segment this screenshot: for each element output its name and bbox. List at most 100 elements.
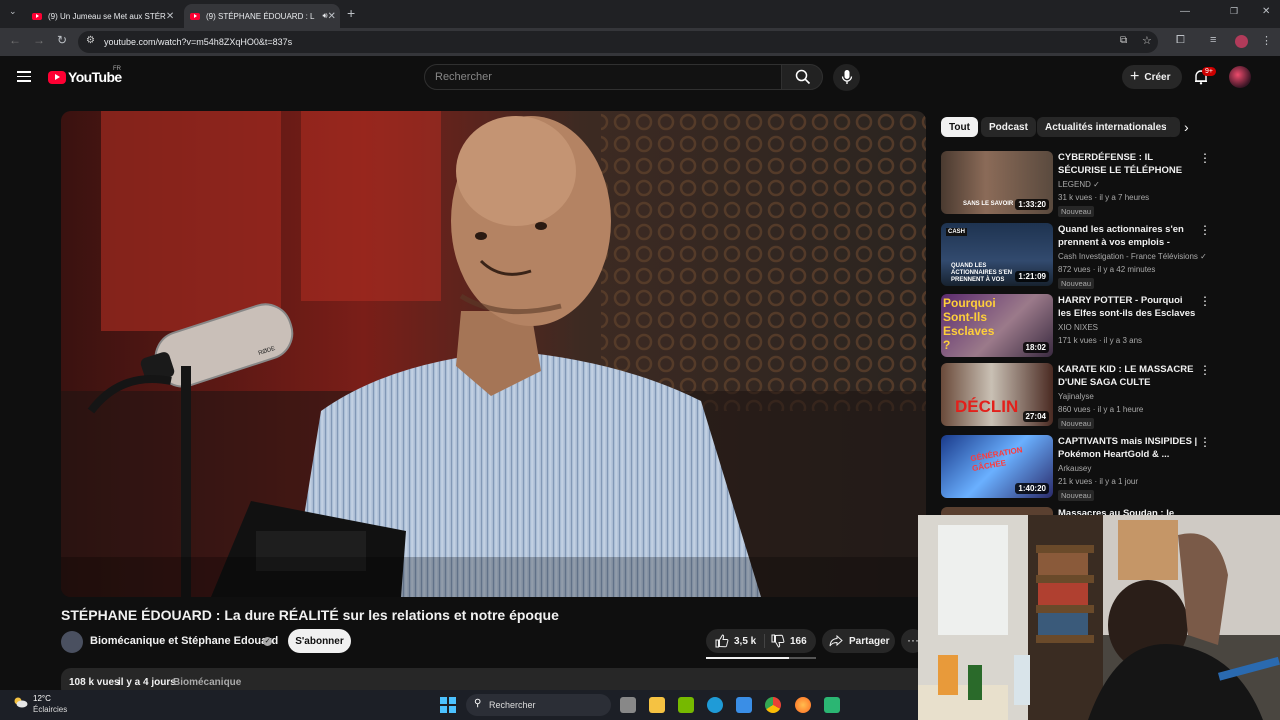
video-meta: 872 vues · il y a 42 minutes [1058,265,1156,274]
new-badge: Nouveau [1058,418,1095,429]
close-tab-icon[interactable]: ✕ [328,11,336,22]
like-button[interactable]: 3,5 k [706,629,764,653]
video-meta: 171 k vues · il y a 3 ans [1058,336,1143,345]
video-thumbnail[interactable]: GÉNÉRATION GÂCHÉE 1:40:20 [941,435,1053,498]
close-window-icon[interactable]: ✕ [1262,6,1270,17]
like-ratio-bar [706,657,816,659]
video-thumbnail[interactable]: Pourquoi Sont-Ils Esclaves ? 18:02 [941,294,1053,357]
channel-name: Cash Investigation - France Télévisions … [1058,252,1207,261]
recommendation-item[interactable]: Pourquoi Sont-Ils Esclaves ? 18:02 HARRY… [941,294,1221,360]
tab-title: (9) Un Jumeau se Met aux STÉR [48,11,166,21]
video-thumbnail[interactable]: SANS LE SAVOIR 1:33:20 [941,151,1053,214]
verified-icon: ✓ [263,637,272,646]
video-title: KARATE KID : LE MASSACRE D'UNE SAGA CULT… [1058,364,1194,388]
chip-actualites-internationales[interactable]: Actualités internationales [1037,117,1175,137]
create-button[interactable]: + Créer [1122,65,1182,89]
windows-start-icon[interactable] [440,697,456,713]
browser-tab-active[interactable]: (9) STÉPHANE ÉDOUARD : L 🔊︎ ✕ [184,4,340,28]
create-label: Créer [1144,71,1171,83]
like-count: 3,5 k [734,635,757,647]
bookmark-star-icon[interactable]: ☆ [1142,34,1152,47]
tab-search-icon[interactable]: ⌄ [9,6,17,17]
task-view-icon[interactable] [620,697,636,713]
thumbnail-label: CASH [946,228,968,236]
channel-name: LEGEND ✓ [1058,180,1100,189]
thumbs-down-icon [771,634,785,648]
account-avatar[interactable] [1229,66,1251,88]
youtube-favicon-icon [32,12,42,20]
taskbar-search[interactable]: ⚲ Rechercher [466,694,611,716]
store-icon[interactable] [736,697,752,713]
description-tag[interactable]: Biomécanique [173,677,241,688]
new-tab-icon[interactable]: + [347,5,355,21]
chrome-menu-icon[interactable]: ⋮ [1261,34,1272,47]
notification-badge: 9+ [1202,67,1216,76]
tab-title: (9) STÉPHANE ÉDOUARD : L [206,11,315,21]
chip-partial[interactable] [1166,117,1180,137]
subscribe-button[interactable]: S'abonner [288,629,351,653]
close-tab-icon[interactable]: ✕ [166,11,174,22]
dislike-button[interactable]: 166 [765,629,816,653]
back-icon[interactable]: ← [9,33,21,47]
video-player[interactable]: RØDE [61,111,926,597]
hamburger-menu-icon[interactable] [17,71,31,82]
recommendation-item[interactable]: GÉNÉRATION GÂCHÉE 1:40:20 CAPTIVANTS mai… [941,435,1221,501]
discord-app-icon[interactable] [824,697,840,713]
edge-icon[interactable] [707,697,723,713]
nvidia-icon[interactable] [678,697,694,713]
search-button[interactable] [781,64,823,90]
more-options-icon[interactable]: ⋮ [1199,364,1211,376]
install-app-icon[interactable]: ⧉ [1120,35,1127,46]
more-options-icon[interactable]: ⋮ [1199,295,1211,307]
more-options-icon[interactable]: ⋮ [1199,436,1211,448]
webcam-frame [918,515,1280,720]
dislike-count: 166 [790,635,807,647]
video-title: STÉPHANE ÉDOUARD : La dure RÉALITÉ sur l… [61,607,559,623]
video-thumbnail[interactable]: CASH QUAND LES ACTIONNAIRES S'EN PRENNEN… [941,223,1053,286]
more-options-icon[interactable]: ⋮ [1199,152,1211,164]
video-meta: 31 k vues · il y a 7 heures [1058,193,1150,202]
search-input[interactable] [435,65,775,89]
recommendation-item[interactable]: CASH QUAND LES ACTIONNAIRES S'EN PRENNEN… [941,223,1221,289]
channel-name[interactable]: Biomécanique et Stéphane Edouard [90,635,278,647]
youtube-favicon-icon [190,12,200,20]
chip-podcast[interactable]: Podcast [981,117,1036,137]
extensions-icon[interactable]: ⧠ [1176,34,1185,47]
browser-tab-strip: ⌄ (9) Un Jumeau se Met aux STÉR ✕ (9) ST… [0,0,1280,28]
video-duration: 1:21:09 [1015,271,1049,282]
thumbs-up-icon [715,634,729,648]
view-count: 108 k vues [69,677,120,688]
more-options-icon[interactable]: ⋮ [1199,224,1211,236]
chip-tout[interactable]: Tout [941,117,978,137]
share-button[interactable]: Partager [822,629,895,653]
reload-icon[interactable]: ↻ [57,33,67,47]
youtube-logo[interactable]: YouTube [48,69,122,85]
recommendation-item[interactable]: DÉCLIN 27:04 KARATE KID : LE MASSACRE D'… [941,363,1221,429]
firefox-icon[interactable] [795,697,811,713]
thumbnail-text: DÉCLIN [955,397,1019,416]
address-bar[interactable]: ⚙ youtube.com/watch?v=m54h8ZXqHO0&t=837s… [78,31,1158,53]
video-title: CAPTIVANTS mais INSIPIDES | Pokémon Hear… [1058,436,1198,460]
file-explorer-icon[interactable] [649,697,665,713]
restore-icon[interactable]: ❐ [1230,6,1238,17]
verified-icon: ✓ [1093,180,1100,189]
new-badge: Nouveau [1058,278,1095,289]
browser-tab[interactable]: (9) Un Jumeau se Met aux STÉR ✕ [26,4,178,28]
site-info-icon[interactable]: ⚙ [86,35,95,46]
chevron-right-icon[interactable]: › [1184,119,1189,135]
video-thumbnail[interactable]: DÉCLIN 27:04 [941,363,1053,426]
search-icon: ⚲ [474,698,482,709]
weather-description[interactable]: Éclaircies [33,705,67,714]
weather-temperature[interactable]: 12°C [33,694,51,703]
new-badge: Nouveau [1058,206,1095,217]
media-icon[interactable]: ≡ [1210,34,1216,46]
channel-name: Yajinalyse [1058,392,1094,401]
recommendation-item[interactable]: SANS LE SAVOIR 1:33:20 CYBERDÉFENSE : IL… [941,151,1221,217]
profile-icon[interactable] [1235,35,1248,48]
minimize-icon[interactable]: — [1180,6,1190,17]
chrome-icon[interactable] [765,697,781,713]
channel-avatar[interactable] [61,631,83,653]
forward-icon[interactable]: → [33,33,45,47]
voice-search-button[interactable] [833,64,860,91]
new-badge: Nouveau [1058,490,1095,501]
